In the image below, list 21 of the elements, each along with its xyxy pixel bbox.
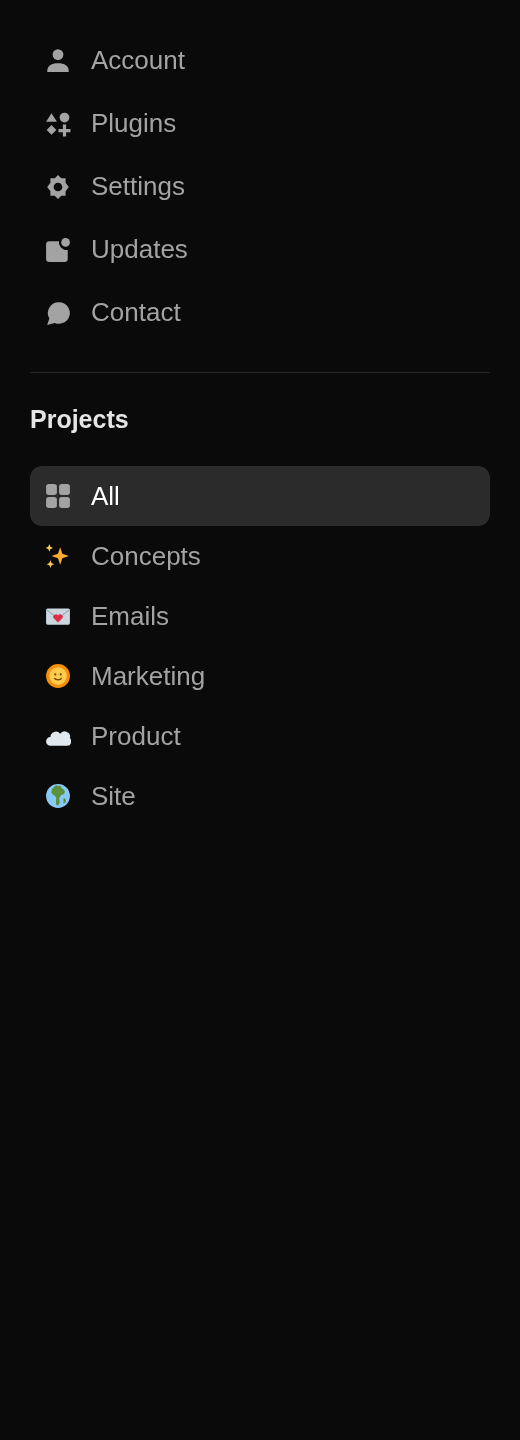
project-item[interactable]: Concepts — [91, 540, 201, 572]
settings-icon — [45, 173, 71, 200]
section-title: Projects — [30, 405, 130, 434]
nav-item[interactable]: Settings — [91, 171, 185, 202]
nav-item[interactable]: Plugins — [91, 108, 177, 139]
nav-item[interactable]: Account — [91, 44, 185, 76]
notification-icon — [45, 236, 71, 263]
project-item[interactable]: Site — [91, 780, 136, 812]
chat-icon — [45, 299, 71, 326]
project-item[interactable]: All — [30, 466, 490, 526]
project-item[interactable]: Marketing — [91, 660, 206, 692]
globe-icon — [45, 783, 71, 809]
nav-item[interactable]: Contact — [91, 297, 181, 328]
person-icon — [45, 47, 71, 73]
project-item[interactable]: Emails — [91, 600, 169, 632]
project-item[interactable]: Product — [91, 720, 181, 752]
shapes-icon — [45, 110, 71, 137]
nav-item[interactable]: Updates — [91, 234, 188, 265]
project-label: All — [91, 480, 120, 512]
sun-icon — [45, 663, 71, 689]
grid-icon — [45, 483, 71, 509]
